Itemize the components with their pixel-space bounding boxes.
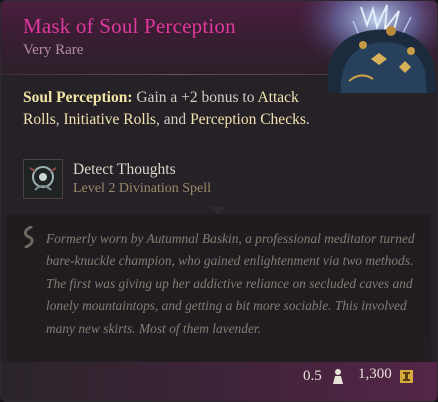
passive-highlight-perception[interactable]: Perception Checks [190, 111, 306, 128]
item-tooltip: Mask of Soul Perception Very Rare Soul P… [0, 0, 438, 402]
quill-icon [24, 226, 34, 248]
item-value: 1,300 [358, 366, 392, 382]
lore-text: Formerly worn by Autumnal Baskin, a prof… [46, 231, 415, 336]
lore-panel-notch [210, 207, 226, 215]
passive-highlight-initiative[interactable]: Initiative Rolls [63, 111, 156, 128]
item-weight: 0.5 [303, 368, 322, 384]
passive-text: , and [156, 111, 191, 128]
detect-thoughts-spell-icon [23, 159, 63, 199]
ornate-mask-item-icon [301, 1, 437, 93]
weight-icon [333, 369, 343, 384]
spell-level-school: Level 2 Divination Spell [73, 181, 212, 196]
gold-coin-icon [400, 370, 413, 383]
item-rarity: Very Rare [23, 42, 84, 58]
passive-text: Gain a +2 bonus to [132, 89, 258, 106]
passive-text: . [305, 111, 310, 128]
granted-spell-row[interactable]: Detect Thoughts Level 2 Divination Spell [23, 157, 323, 201]
passive-name: Soul Perception: [23, 89, 133, 106]
item-title: Mask of Soul Perception [23, 14, 236, 38]
spell-name: Detect Thoughts [73, 161, 176, 178]
passive-description: Soul Perception: Gain a +2 bonus to Atta… [23, 87, 313, 131]
